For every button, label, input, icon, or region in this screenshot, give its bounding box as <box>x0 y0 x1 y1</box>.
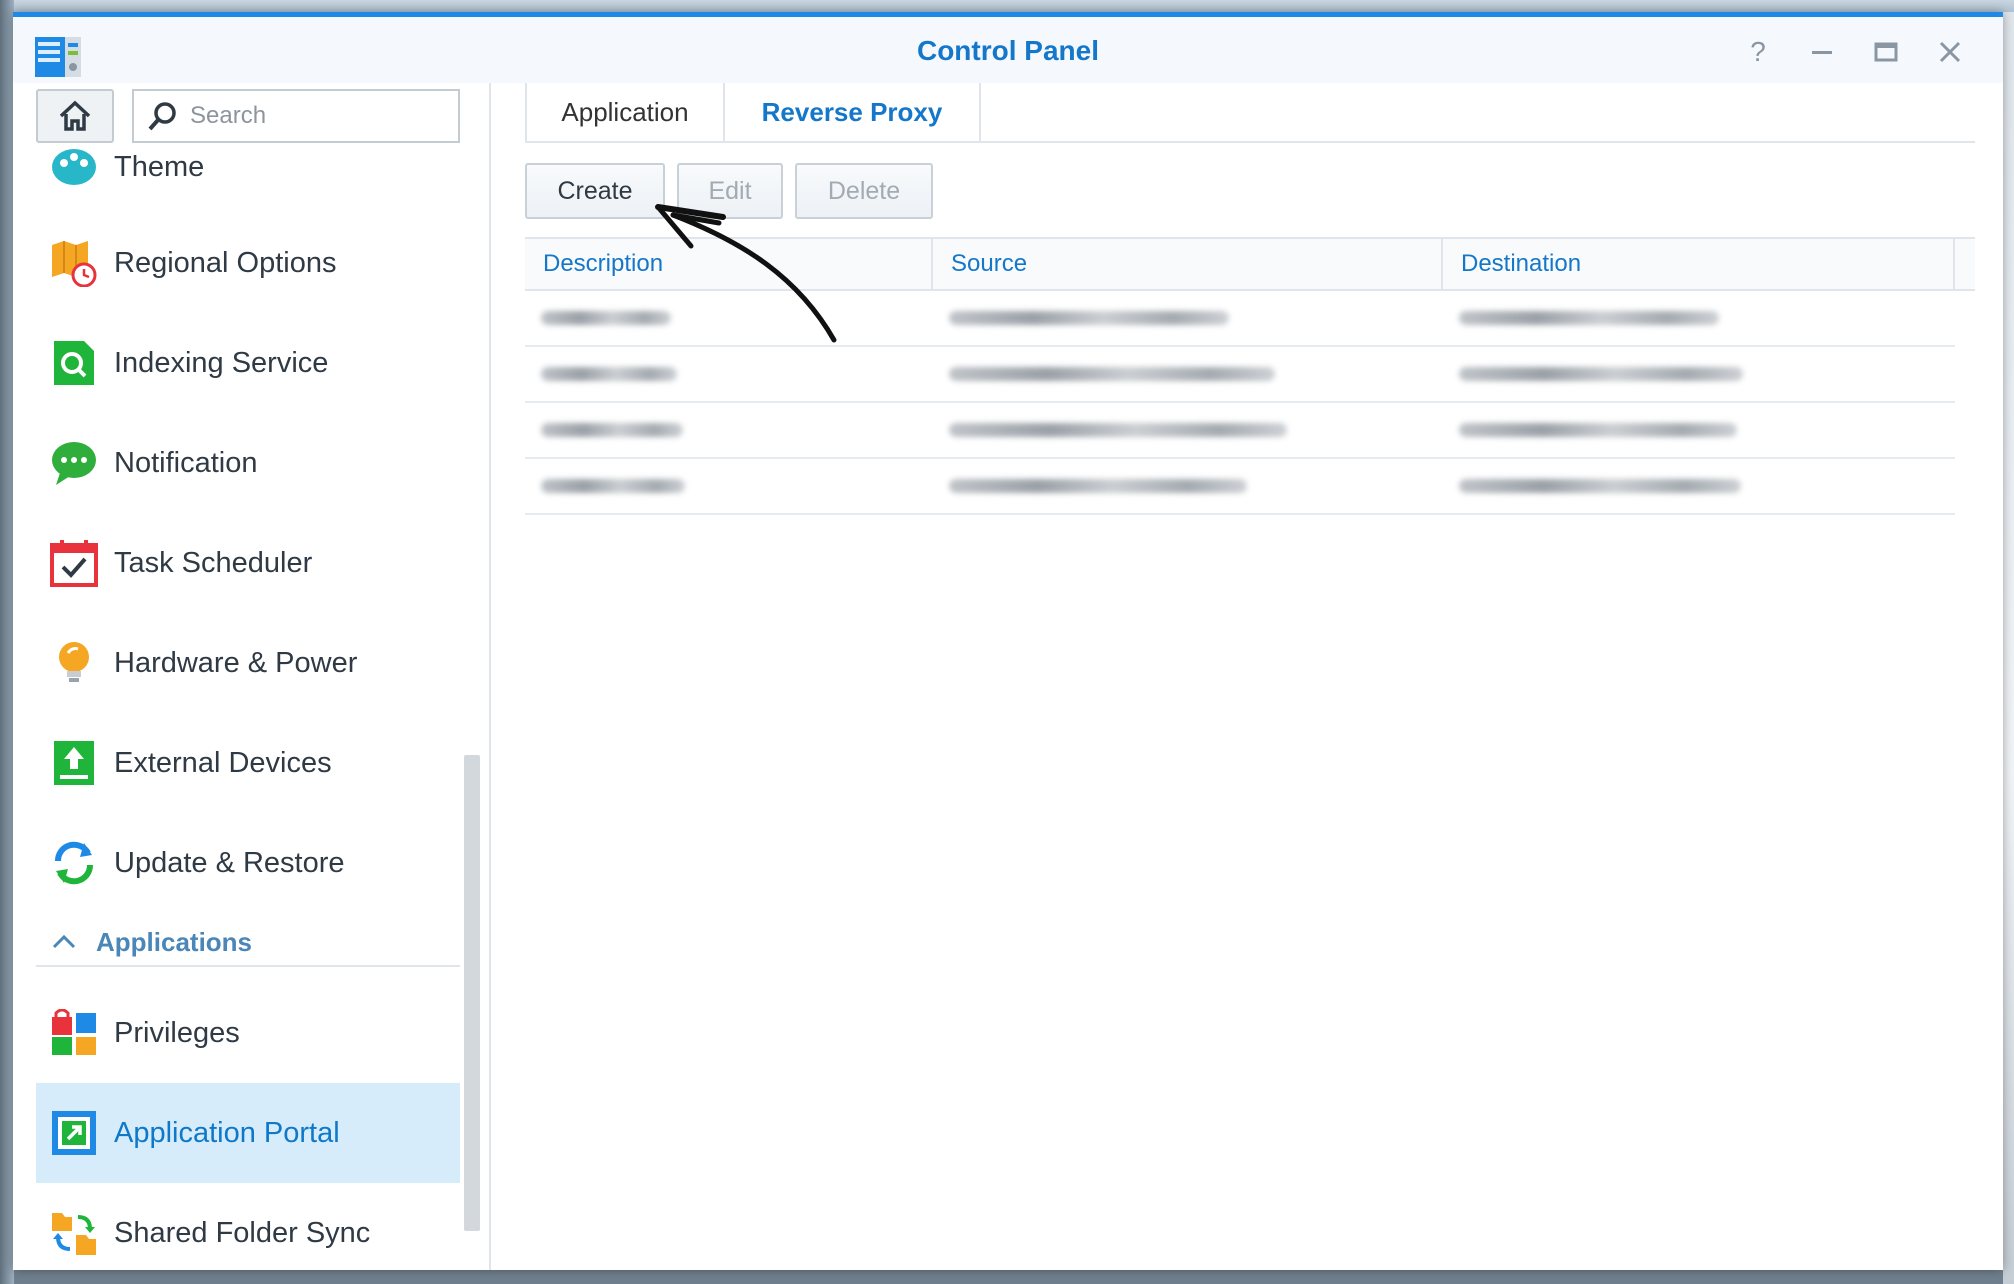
sidebar-item-notification[interactable]: Notification <box>36 413 460 513</box>
sidebar-section-label: Applications <box>96 926 253 957</box>
reverse-proxy-table: Description Source Destination <box>525 237 1975 515</box>
background-window-edge <box>2003 12 2014 1284</box>
blurred-text <box>1459 367 1743 381</box>
table-row[interactable] <box>525 459 1955 515</box>
maximize-button[interactable] <box>1866 35 1906 69</box>
sidebar-item-label: External Devices <box>114 746 332 779</box>
minimize-icon <box>1812 51 1832 54</box>
blurred-text <box>541 367 677 381</box>
task-scheduler-icon <box>50 540 98 587</box>
sidebar-item-update-restore[interactable]: Update & Restore <box>36 813 460 913</box>
tab-reverse-proxy[interactable]: Reverse Proxy <box>723 83 981 141</box>
create-button[interactable]: Create <box>525 163 665 219</box>
title-bar: Control Panel ? <box>13 17 2003 83</box>
sidebar-item-application-portal[interactable]: Application Portal <box>36 1083 460 1183</box>
blurred-text <box>541 423 683 437</box>
regional-options-icon <box>52 241 97 287</box>
delete-button[interactable]: Delete <box>795 163 933 219</box>
chevron-up-icon <box>52 934 76 949</box>
application-portal-icon <box>52 1111 96 1155</box>
cell-destination <box>1443 459 1955 513</box>
cell-description <box>525 291 933 345</box>
column-header-destination[interactable]: Destination <box>1443 239 1955 289</box>
close-button[interactable] <box>1930 35 1970 69</box>
minimize-button[interactable] <box>1802 35 1842 69</box>
window-title: Control Panel <box>916 35 1099 66</box>
update-restore-icon <box>54 841 94 885</box>
tab-label: Reverse Proxy <box>761 96 943 127</box>
cell-destination <box>1443 347 1955 401</box>
sidebar-item-shared-folder-sync[interactable]: Shared Folder Sync <box>36 1183 460 1270</box>
sidebar-item-label: Indexing Service <box>114 346 329 379</box>
sidebar-item-label: Update & Restore <box>114 846 345 879</box>
cell-destination <box>1443 403 1955 457</box>
sidebar-item-regional-options[interactable]: Regional Options <box>36 213 460 313</box>
sidebar-scrollbar-thumb[interactable] <box>464 755 480 1231</box>
external-devices-icon <box>54 741 94 785</box>
blurred-text <box>949 367 1275 381</box>
table-header: Description Source Destination <box>525 237 1975 291</box>
tab-label: Application <box>561 96 689 127</box>
shared-folder-sync-icon <box>52 1213 96 1255</box>
blurred-text <box>541 479 685 493</box>
column-header-source[interactable]: Source <box>933 239 1443 289</box>
search-icon <box>148 102 176 131</box>
maximize-icon <box>1874 42 1898 62</box>
sidebar-item-label: Application Portal <box>114 1116 340 1149</box>
blurred-text <box>541 311 671 325</box>
blurred-text <box>949 311 1229 325</box>
sidebar-item-label: Privileges <box>114 1016 240 1049</box>
sidebar-item-label: Shared Folder Sync <box>114 1216 371 1249</box>
cell-source <box>933 403 1443 457</box>
sidebar-item-label: Theme <box>114 150 205 183</box>
home-button[interactable] <box>36 89 114 143</box>
theme-icon <box>52 149 96 185</box>
sidebar-item-hardware-power[interactable]: Hardware & Power <box>36 613 460 713</box>
tab-application[interactable]: Application <box>525 83 723 141</box>
sidebar-item-label: Task Scheduler <box>114 546 313 579</box>
blurred-text <box>949 423 1287 437</box>
sidebar-item-privileges[interactable]: Privileges <box>36 983 460 1083</box>
sidebar: Theme Regional Options Indexing Service <box>13 83 491 1270</box>
table-row[interactable] <box>525 291 1955 347</box>
control-panel-window: Control Panel ? Theme Regional Options I… <box>13 12 2003 1270</box>
search-input[interactable] <box>190 102 450 130</box>
sidebar-item-external-devices[interactable]: External Devices <box>36 713 460 813</box>
privileges-icon <box>52 1009 96 1055</box>
sidebar-item-label: Notification <box>114 446 258 479</box>
sidebar-item-label: Regional Options <box>114 246 337 279</box>
blurred-text <box>1459 423 1737 437</box>
edit-button[interactable]: Edit <box>677 163 783 219</box>
indexing-service-icon <box>54 341 94 385</box>
tab-bar: Application Reverse Proxy <box>525 83 1975 143</box>
notification-icon <box>52 442 96 485</box>
cell-destination <box>1443 291 1955 345</box>
blurred-text <box>949 479 1247 493</box>
home-icon <box>59 100 91 131</box>
blurred-text <box>1459 311 1719 325</box>
close-icon <box>1939 41 1961 63</box>
cell-description <box>525 459 933 513</box>
cell-description <box>525 403 933 457</box>
cell-description <box>525 347 933 401</box>
help-button[interactable]: ? <box>1738 35 1778 69</box>
cell-source <box>933 459 1443 513</box>
main-panel: Application Reverse Proxy Create Edit De… <box>493 83 2003 1270</box>
sidebar-item-indexing-service[interactable]: Indexing Service <box>36 313 460 413</box>
hardware-power-icon <box>59 642 89 682</box>
cell-source <box>933 347 1443 401</box>
table-row[interactable] <box>525 403 1955 459</box>
sidebar-item-task-scheduler[interactable]: Task Scheduler <box>36 513 460 613</box>
sidebar-section-applications[interactable]: Applications <box>36 919 460 967</box>
cell-source <box>933 291 1443 345</box>
help-icon: ? <box>1750 36 1766 67</box>
toolbar: Create Edit Delete <box>525 163 945 219</box>
column-header-description[interactable]: Description <box>525 239 933 289</box>
blurred-text <box>1459 479 1741 493</box>
table-row[interactable] <box>525 347 1955 403</box>
sidebar-item-label: Hardware & Power <box>114 646 358 679</box>
search-field[interactable] <box>132 89 460 143</box>
